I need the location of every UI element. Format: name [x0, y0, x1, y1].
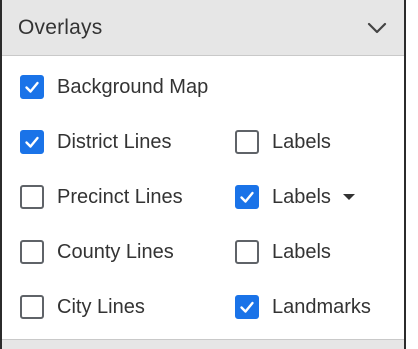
precinct-labels-checkbox[interactable]: [235, 185, 259, 209]
landmarks-checkbox[interactable]: [235, 295, 259, 319]
county-lines-option[interactable]: County Lines: [20, 224, 174, 280]
overlay-row-district: District Lines Labels: [2, 114, 404, 170]
landmarks-label: Landmarks: [272, 295, 371, 318]
overlays-header[interactable]: Overlays: [2, 0, 404, 56]
district-labels-option[interactable]: Labels: [235, 114, 331, 170]
district-labels-label: Labels: [272, 130, 331, 153]
background-map-checkbox[interactable]: [20, 75, 44, 99]
checkmark-icon: [25, 81, 39, 93]
overlays-footer: [2, 339, 404, 349]
checkmark-icon: [240, 301, 254, 313]
overlay-row-county: County Lines Labels: [2, 224, 404, 280]
background-map-label: Background Map: [57, 75, 209, 98]
county-lines-label: County Lines: [57, 240, 174, 263]
precinct-labels-label: Labels: [272, 185, 331, 208]
county-lines-checkbox[interactable]: [20, 240, 44, 264]
district-labels-checkbox[interactable]: [235, 130, 259, 154]
precinct-lines-label: Precinct Lines: [57, 185, 183, 208]
county-labels-label: Labels: [272, 240, 331, 263]
precinct-labels-option[interactable]: Labels: [235, 169, 355, 225]
checkmark-icon: [25, 136, 39, 148]
landmarks-option[interactable]: Landmarks: [235, 279, 371, 335]
caret-down-icon[interactable]: [342, 194, 355, 200]
overlays-title: Overlays: [18, 15, 103, 39]
county-labels-checkbox[interactable]: [235, 240, 259, 264]
district-lines-option[interactable]: District Lines: [20, 114, 171, 170]
city-lines-label: City Lines: [57, 295, 145, 318]
overlays-panel: Overlays Background Map District Lines L…: [0, 0, 406, 349]
overlay-row-city: City Lines Landmarks: [2, 279, 404, 335]
checkmark-icon: [240, 191, 254, 203]
precinct-lines-checkbox[interactable]: [20, 185, 44, 209]
overlay-row-precinct: Precinct Lines Labels: [2, 169, 404, 225]
district-lines-checkbox[interactable]: [20, 130, 44, 154]
city-lines-option[interactable]: City Lines: [20, 279, 145, 335]
city-lines-checkbox[interactable]: [20, 295, 44, 319]
chevron-down-icon[interactable]: [366, 17, 388, 39]
overlays-list: Background Map District Lines Labels Pre…: [2, 56, 404, 339]
precinct-lines-option[interactable]: Precinct Lines: [20, 169, 183, 225]
district-lines-label: District Lines: [57, 130, 172, 153]
overlay-row-background: Background Map: [2, 59, 404, 115]
county-labels-option[interactable]: Labels: [235, 224, 331, 280]
background-map-option[interactable]: Background Map: [20, 59, 208, 115]
